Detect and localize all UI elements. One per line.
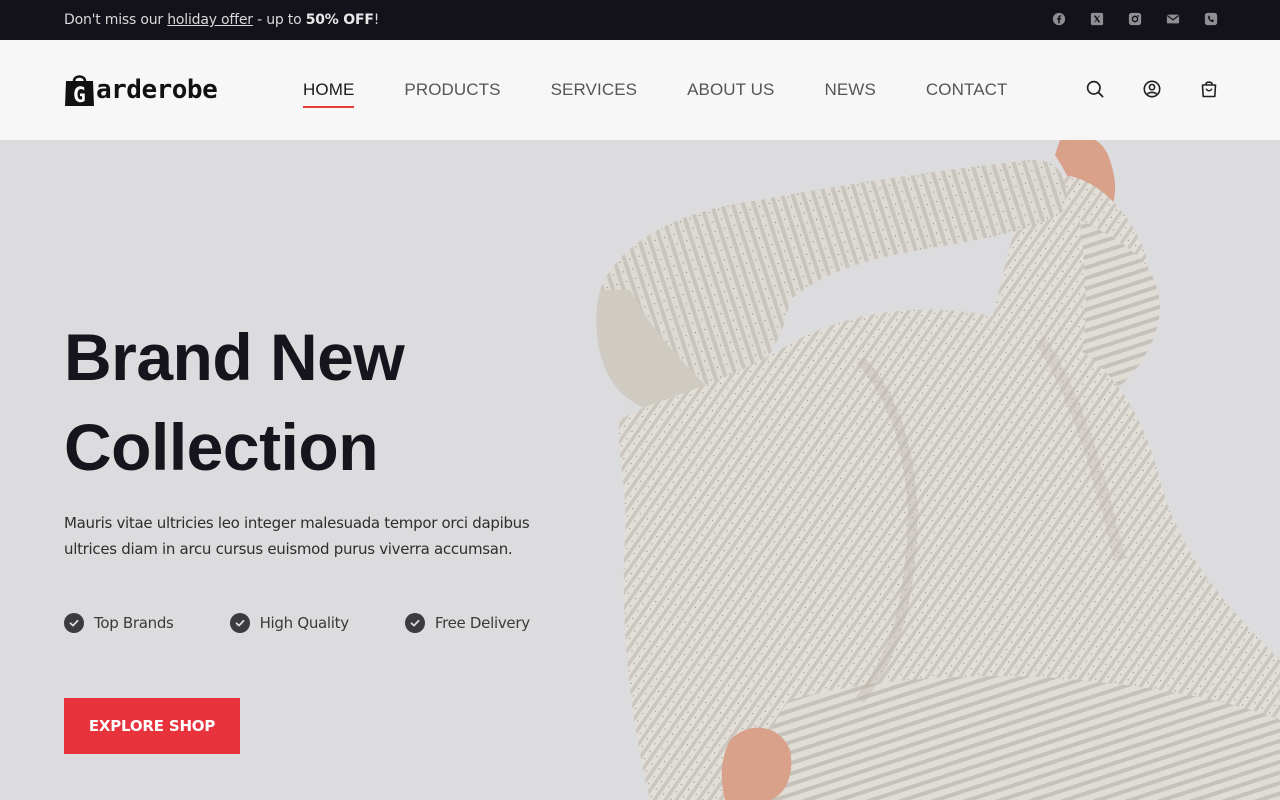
shopping-bag-logo-icon: G xyxy=(65,75,94,107)
hero-title-line-1: Brand New xyxy=(64,320,405,394)
nav-news[interactable]: NEWS xyxy=(824,80,875,100)
announcement-suffix: ! xyxy=(373,12,380,28)
hero-description: Mauris vitae ultricies leo integer males… xyxy=(64,514,530,558)
main-nav: HOME PRODUCTS SERVICES ABOUT US NEWS CON… xyxy=(303,80,1058,108)
check-circle-icon xyxy=(404,613,425,633)
cart-icon[interactable] xyxy=(1200,80,1218,98)
nav-about-us[interactable]: ABOUT US xyxy=(687,80,774,100)
mail-icon[interactable] xyxy=(1166,12,1180,26)
x-twitter-icon[interactable] xyxy=(1090,12,1104,26)
search-icon[interactable] xyxy=(1086,80,1104,98)
announcement-bar: Don't miss our holiday offer - up to 50%… xyxy=(0,0,1280,40)
discount-text: 50% OFF xyxy=(305,12,374,28)
feature-item: High Quality xyxy=(229,613,350,633)
sweater-model-image xyxy=(596,135,1280,800)
feature-label: Free Delivery xyxy=(434,614,530,632)
phone-icon[interactable] xyxy=(1204,12,1218,26)
nav-products[interactable]: PRODUCTS xyxy=(404,80,500,100)
feature-item: Top Brands xyxy=(64,613,174,633)
instagram-icon[interactable] xyxy=(1128,12,1142,26)
hero-title-line-2: Collection xyxy=(64,410,379,484)
check-circle-icon xyxy=(229,613,250,633)
explore-shop-button[interactable]: EXPLORE SHOP xyxy=(64,698,240,754)
announcement-middle: - up to xyxy=(252,12,306,28)
header-actions xyxy=(1086,80,1218,98)
account-icon[interactable] xyxy=(1143,80,1161,98)
site-header: G arderobe HOME PRODUCTS SERVICES ABOUT … xyxy=(0,40,1280,140)
hero-title: Brand New Collection xyxy=(64,312,544,492)
announcement-prefix: Don't miss our xyxy=(64,12,168,28)
nav-services[interactable]: SERVICES xyxy=(551,80,637,100)
logo[interactable]: G arderobe xyxy=(64,71,218,109)
feature-list: Top Brands High Quality Free Delivery xyxy=(64,613,530,633)
logo-wordmark: arderobe xyxy=(96,75,218,105)
feature-label: High Quality xyxy=(259,614,350,632)
holiday-offer-link[interactable]: holiday offer xyxy=(167,12,253,28)
feature-label: Top Brands xyxy=(94,614,174,632)
facebook-icon[interactable] xyxy=(1052,12,1066,26)
nav-home[interactable]: HOME xyxy=(303,80,355,108)
nav-contact[interactable]: CONTACT xyxy=(926,80,1008,100)
feature-item: Free Delivery xyxy=(404,613,530,633)
social-links xyxy=(1052,12,1218,26)
logo-letter: G xyxy=(73,83,86,107)
check-circle-icon xyxy=(64,613,84,633)
announcement-text: Don't miss our holiday offer - up to 50%… xyxy=(64,11,379,29)
